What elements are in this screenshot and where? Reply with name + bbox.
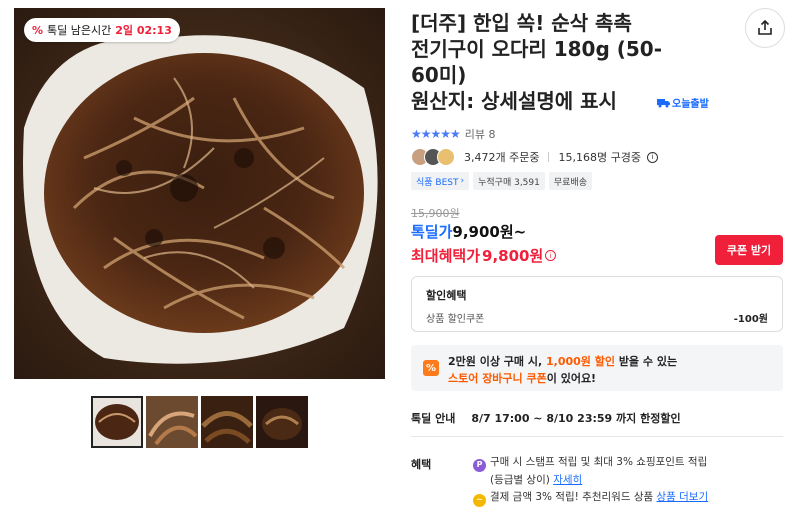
max-price-label: 최대혜택가 <box>411 247 481 265</box>
discount-box: 할인혜택 상품 할인쿠폰 -100원 <box>411 276 783 332</box>
chip-free-shipping: 무료배송 <box>548 172 592 190</box>
benefit-text: 구매 시 스탬프 적립 및 최대 3% 쇼핑포인트 적립 <box>490 456 708 468</box>
divider <box>411 436 783 437</box>
deal-info-label: 톡딜 안내 <box>411 412 456 425</box>
discount-heading: 할인혜택 <box>426 289 467 302</box>
buyer-avatars <box>411 148 455 166</box>
coin-icon: ~ <box>473 493 486 507</box>
title-line-1: [더주] 한입 쏙! 순삭 촉촉 <box>411 11 632 35</box>
deal-info-value: 8/7 17:00 ~ 8/10 23:59 까지 한정할인 <box>471 412 681 425</box>
thumbnail-4[interactable] <box>256 396 308 448</box>
benefit-row-1: P 구매 시 스탬프 적립 및 최대 3% 쇼핑포인트 적립 (등급별 상이) 자… <box>473 454 707 488</box>
timer-label: 톡딜 남은시간 <box>47 24 112 37</box>
chip-row: 식품 BEST › 누적구매 3,591 무료배송 <box>411 172 592 190</box>
discount-item-label: 상품 할인쿠폰 <box>426 314 485 325</box>
chip-label: 무료배송 <box>553 177 587 188</box>
viewer-count: 15,168명 구경중 <box>558 151 641 164</box>
title-line-2: 전기구이 오다리 180g (50- <box>411 37 663 61</box>
deal-price-label: 톡딜가 <box>411 223 453 241</box>
chip-food-best[interactable]: 식품 BEST › <box>411 172 470 190</box>
benefit-row-2: ~ 결제 금액 3% 적립! 추천리워드 상품 상품 더보기 <box>473 489 708 507</box>
chip-label: 식품 BEST <box>416 177 459 188</box>
discount-item-value: -100원 <box>733 314 768 325</box>
promo-text: 2만원 이상 구매 시, <box>448 355 546 368</box>
timer-remaining: 2일 02:13 <box>115 24 172 37</box>
shipping-badge-label: 오늘출발 <box>672 99 709 110</box>
title-line-3: 60미) <box>411 63 467 87</box>
avatar <box>437 148 455 166</box>
order-count: 3,472개 주문중 <box>464 151 540 164</box>
share-button[interactable] <box>745 8 785 48</box>
benefit-label: 혜택 <box>411 458 432 471</box>
more-products-link[interactable]: 상품 더보기 <box>656 491 708 503</box>
truck-icon <box>657 98 670 107</box>
max-price-value: 9,800원 <box>482 247 544 265</box>
review-count[interactable]: 리뷰 8 <box>465 126 496 142</box>
thumbnail-1[interactable] <box>91 396 143 448</box>
max-benefit-price: 최대혜택가 9,800원 i <box>411 245 557 266</box>
info-icon[interactable]: i <box>646 151 658 163</box>
get-coupon-button[interactable]: 쿠폰 받기 <box>715 235 783 265</box>
promo-text: 받을 수 있는 <box>614 355 678 368</box>
chip-cumulative-purchase: 누적구매 3,591 <box>473 172 545 190</box>
thumbnail-3[interactable] <box>201 396 253 448</box>
rating-row[interactable]: ★★★★★ 리뷰 8 <box>411 126 496 142</box>
stats-row: 3,472개 주문중 15,168명 구경중 i <box>411 148 658 166</box>
cart-coupon-promo[interactable]: % 2만원 이상 구매 시, 1,000원 할인 받을 수 있는 스토어 장바구… <box>411 345 783 391</box>
coin-icon: P <box>473 458 486 472</box>
share-icon <box>758 20 772 35</box>
deal-price: 톡딜가9,900원~ <box>411 221 526 242</box>
chevron-right-icon: › <box>460 176 465 186</box>
chip-label: 누적구매 3,591 <box>478 177 540 188</box>
deal-info-row: 톡딜 안내 8/7 17:00 ~ 8/10 23:59 까지 한정할인 <box>411 410 681 426</box>
promo-highlight: 1,000원 할인 <box>546 355 615 368</box>
promo-highlight: 스토어 장바구니 쿠폰 <box>448 372 547 385</box>
percent-icon: % <box>423 360 439 376</box>
divider <box>548 152 550 162</box>
benefit-subtext: (등급별 상이) <box>490 473 550 486</box>
deal-timer-badge: % 톡딜 남은시간 2일 02:13 <box>24 18 180 42</box>
benefit-text: 결제 금액 3% 적립! 추천리워드 상품 <box>490 491 654 503</box>
today-shipping-badge: 오늘출발 <box>657 95 709 110</box>
promo-line-2: 스토어 장바구니 쿠폰이 있어요! <box>448 370 596 386</box>
promo-text: 이 있어요! <box>546 372 597 385</box>
original-price: 15,900원 <box>411 207 460 220</box>
info-icon[interactable]: i <box>545 250 557 261</box>
deal-price-value: 9,900원~ <box>452 223 527 241</box>
details-link[interactable]: 자세히 <box>553 474 582 486</box>
main-product-image[interactable] <box>14 8 385 379</box>
percent-icon: % <box>32 23 44 37</box>
promo-line-1: 2만원 이상 구매 시, 1,000원 할인 받을 수 있는 <box>448 353 677 369</box>
thumbnail-2[interactable] <box>146 396 198 448</box>
star-icon: ★★★★★ <box>411 127 461 141</box>
